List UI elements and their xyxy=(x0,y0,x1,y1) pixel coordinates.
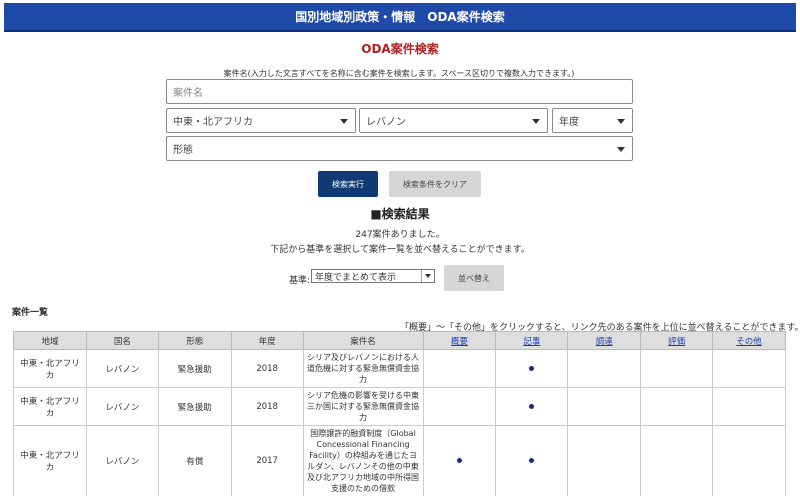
row-evaluation xyxy=(640,349,714,388)
row-other xyxy=(712,349,786,388)
row-name: 国際譲許的融資制度（Global Concessional Financing … xyxy=(302,425,424,496)
col-other[interactable]: その他 xyxy=(712,331,786,350)
row-procurement xyxy=(567,425,642,496)
table-row: 中東・北アフリカ レバノン 緊急援助 2018 シリア及びレバノンにおける人道危… xyxy=(13,349,786,388)
row-form: 緊急援助 xyxy=(157,387,232,426)
col-procurement[interactable]: 調達 xyxy=(567,331,642,350)
chevron-down-icon xyxy=(617,118,625,124)
article-link-icon[interactable] xyxy=(529,403,535,409)
row-overview xyxy=(422,349,497,388)
project-name-input[interactable]: 案件名 xyxy=(166,79,633,104)
col-procurement-link[interactable]: 調達 xyxy=(596,337,613,347)
col-name: 案件名 xyxy=(302,331,424,350)
row-evaluation xyxy=(640,425,714,496)
table-header-row: 地域 国名 形態 年度 案件名 概要 記事 調達 評価 その他 xyxy=(13,331,786,350)
search-clear-button[interactable]: 検索条件をクリア xyxy=(389,171,481,197)
col-form: 形態 xyxy=(157,331,232,350)
table-row: 中東・北アフリカ レバノン 有償 2017 国際譲許的融資制度（Global C… xyxy=(13,425,786,496)
row-country: レバノン xyxy=(85,387,159,426)
row-procurement xyxy=(567,387,642,426)
col-overview[interactable]: 概要 xyxy=(422,331,497,350)
row-region: 中東・北アフリカ xyxy=(13,349,87,388)
row-year: 2018 xyxy=(230,349,304,388)
page-header: 国別地域別政策・情報 ODA案件検索 xyxy=(4,3,796,32)
row-year: 2018 xyxy=(230,387,304,426)
col-other-link[interactable]: その他 xyxy=(736,337,762,347)
row-overview xyxy=(422,387,497,426)
table-row: 中東・北アフリカ レバノン 緊急援助 2018 シリア危機の影響を受ける中東三か… xyxy=(13,387,786,426)
col-evaluation[interactable]: 評価 xyxy=(640,331,714,350)
row-form: 有償 xyxy=(157,425,232,496)
search-title: ODA案件検索 xyxy=(361,42,439,56)
overview-link-icon[interactable] xyxy=(456,458,462,463)
row-region: 中東・北アフリカ xyxy=(13,387,87,426)
results-table: 地域 国名 形態 年度 案件名 概要 記事 調達 評価 その他 中東・北アフリカ… xyxy=(13,331,786,496)
project-name-placeholder: 案件名 xyxy=(173,88,203,99)
row-article[interactable] xyxy=(495,349,569,388)
col-region: 地域 xyxy=(13,331,87,350)
search-run-button[interactable]: 検索実行 xyxy=(318,171,378,197)
search-hint: 案件名(入力した文言すべてを名称に含む案件を検索します。スペース区切りで複数入力… xyxy=(223,69,575,78)
col-evaluation-link[interactable]: 評価 xyxy=(668,337,685,347)
row-other xyxy=(712,387,786,426)
row-country: レバノン xyxy=(85,425,159,496)
results-heading: ■検索結果 xyxy=(370,207,430,221)
row-overview[interactable] xyxy=(422,425,497,496)
sort-select[interactable]: 年度でまとめて表示 xyxy=(311,269,435,283)
row-region: 中東・北アフリカ xyxy=(13,425,87,496)
row-form: 緊急援助 xyxy=(157,349,232,388)
col-article[interactable]: 記事 xyxy=(495,331,569,350)
article-link-icon[interactable] xyxy=(529,458,535,463)
chevron-down-icon xyxy=(340,118,348,124)
row-other xyxy=(712,425,786,496)
row-name: シリア及びレバノンにおける人道危機に対する緊急無償資金協力 xyxy=(302,349,424,388)
row-country: レバノン xyxy=(85,349,159,388)
chevron-down-icon xyxy=(532,118,540,124)
row-article[interactable] xyxy=(495,387,569,426)
chevron-down-icon xyxy=(421,270,434,282)
results-count: 247案件ありました。 xyxy=(355,230,445,240)
sort-select-value: 年度でまとめて表示 xyxy=(315,272,397,283)
col-year: 年度 xyxy=(230,331,304,350)
country-select[interactable]: レバノン xyxy=(359,108,548,133)
row-name: シリア危機の影響を受ける中東三か国に対する緊急無償資金協力 xyxy=(302,387,424,426)
row-evaluation xyxy=(640,387,714,426)
col-overview-link[interactable]: 概要 xyxy=(451,337,468,347)
article-link-icon[interactable] xyxy=(529,365,535,371)
form-select[interactable]: 形態 xyxy=(166,136,633,161)
country-select-value: レバノン xyxy=(366,117,406,128)
region-select[interactable]: 中東・北アフリカ xyxy=(166,108,356,133)
page-header-title: 国別地域別政策・情報 ODA案件検索 xyxy=(295,10,505,24)
region-select-value: 中東・北アフリカ xyxy=(173,117,253,128)
results-sort-hint: 下記から基準を選択して案件一覧を並べ替えることができます。 xyxy=(270,245,530,255)
row-procurement xyxy=(567,349,642,388)
form-select-value: 形態 xyxy=(173,145,193,156)
col-country: 国名 xyxy=(85,331,159,350)
row-year: 2017 xyxy=(230,425,304,496)
list-title: 案件一覧 xyxy=(12,308,49,318)
sort-label: 基準: xyxy=(289,276,311,286)
chevron-down-icon xyxy=(617,146,625,152)
year-select-value: 年度 xyxy=(559,117,579,128)
sort-button[interactable]: 並べ替え xyxy=(444,265,504,291)
col-article-link[interactable]: 記事 xyxy=(523,337,540,347)
row-article[interactable] xyxy=(495,425,569,496)
year-select[interactable]: 年度 xyxy=(552,108,633,133)
